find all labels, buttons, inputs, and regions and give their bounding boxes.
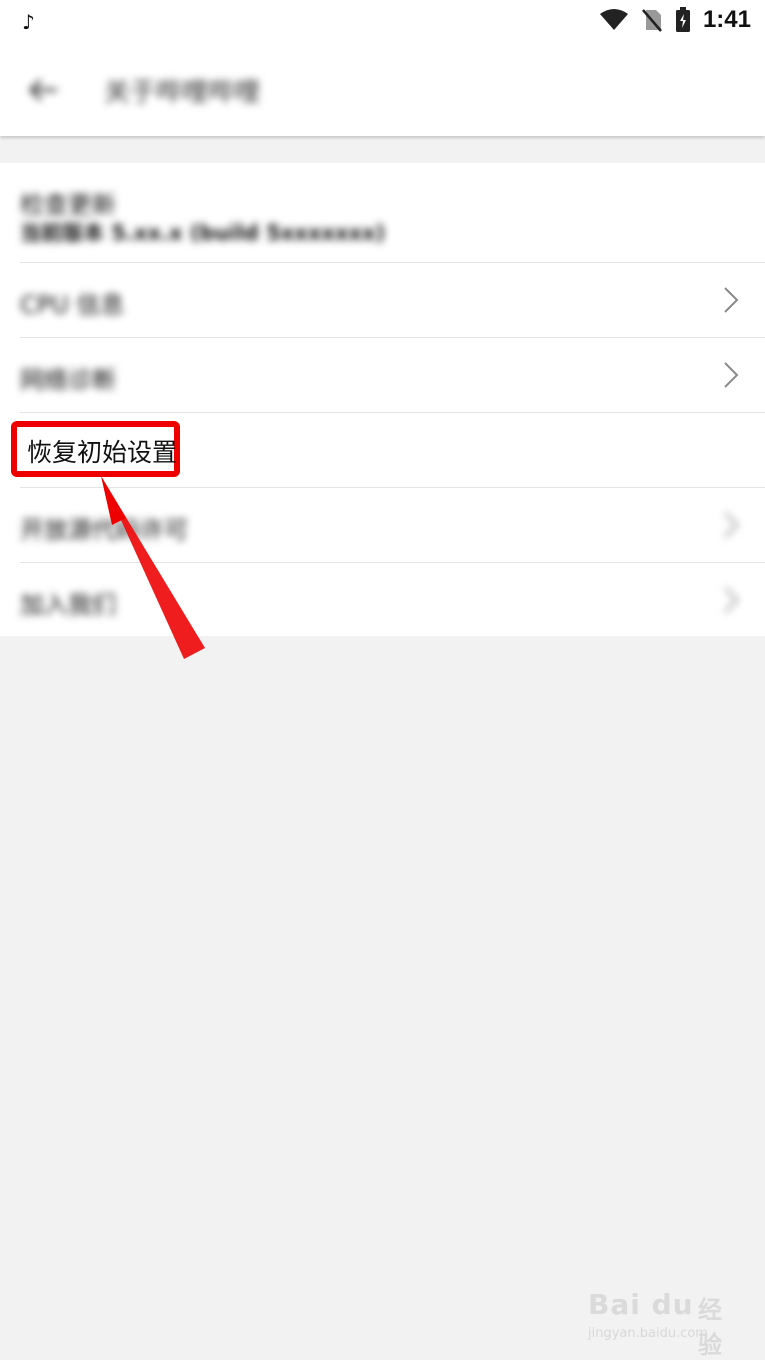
list-item-label: 检查更新 <box>20 191 116 219</box>
list-item-label: 开放源代码许可 <box>20 516 188 544</box>
highlight-box: 恢复初始设置 <box>11 421 180 477</box>
watermark-url: jingyan.baidu.com <box>588 1326 708 1341</box>
list-item-label: 网络诊断 <box>20 366 116 394</box>
clock: 1:41 <box>702 6 751 33</box>
chevron-right-icon <box>724 512 739 538</box>
watermark: Bai du 经验 jingyan.baidu.com <box>588 1276 728 1359</box>
list-item-open-source-licenses[interactable]: 开放源代码许可 <box>0 488 765 562</box>
status-icons: 1:41 <box>599 6 751 34</box>
settings-list: 检查更新 当前版本 5.xx.x (build 5xxxxxxx) CPU 信息… <box>0 163 765 636</box>
list-item-label: 加入我们 <box>20 591 116 619</box>
page-title: 关于哔哩哔哩 <box>104 78 261 108</box>
battery-icon <box>675 7 690 32</box>
chevron-right-icon <box>724 587 739 613</box>
music-note-icon: ♪ <box>22 10 35 34</box>
list-item-cpu-info[interactable]: CPU 信息 <box>0 263 765 337</box>
app-bar: 关于哔哩哔哩 <box>0 44 765 136</box>
reset-settings-label[interactable]: 恢复初始设置 <box>27 433 177 469</box>
back-button[interactable] <box>24 70 64 110</box>
chevron-right-icon <box>724 362 739 388</box>
no-sim-icon <box>642 9 662 32</box>
list-item-network-diagnosis[interactable]: 网络诊断 <box>0 338 765 412</box>
version-text: 当前版本 5.xx.x (build 5xxxxxxx) <box>20 221 386 245</box>
chevron-right-icon <box>724 287 739 313</box>
status-bar: ♪ 1:41 <box>0 0 765 44</box>
back-arrow-icon <box>29 78 57 102</box>
list-item-join-us[interactable]: 加入我们 <box>0 563 765 636</box>
watermark-text: 经验 <box>698 1296 722 1359</box>
baidu-logo: Bai du <box>588 1288 694 1321</box>
wifi-icon <box>599 9 628 30</box>
list-item-check-update[interactable]: 检查更新 当前版本 5.xx.x (build 5xxxxxxx) <box>0 163 765 262</box>
list-item-label: CPU 信息 <box>20 291 125 319</box>
